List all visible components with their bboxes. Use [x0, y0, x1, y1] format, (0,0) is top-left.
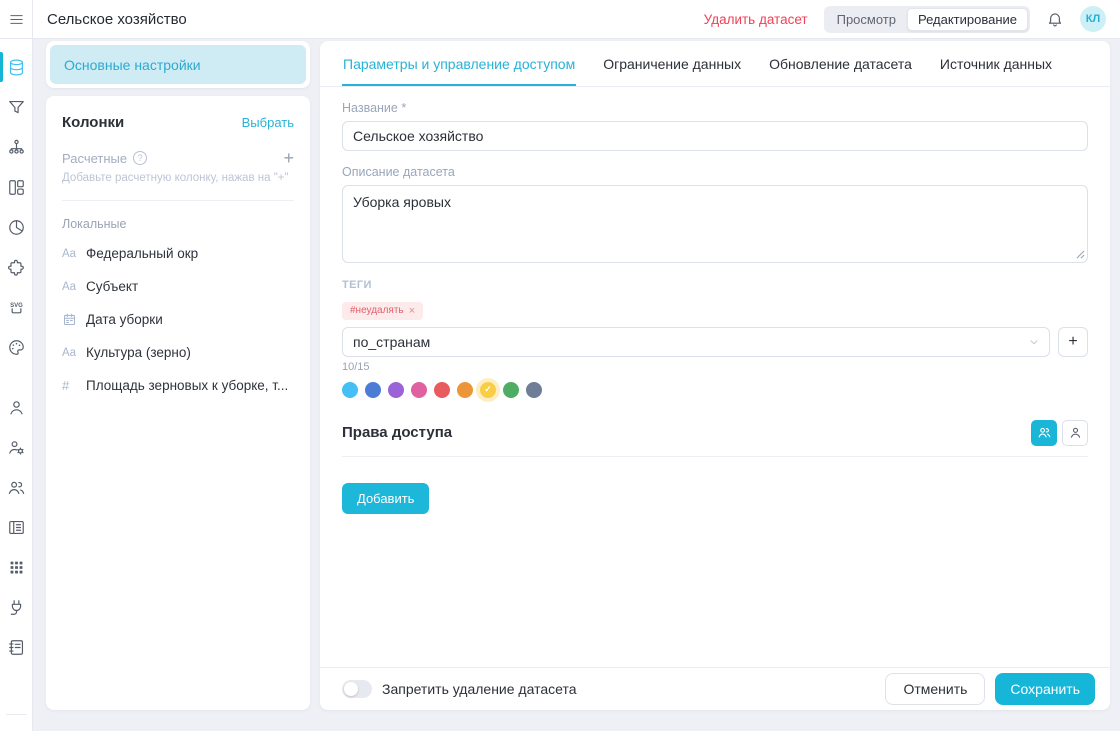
- layout-icon[interactable]: [0, 167, 32, 207]
- field-row[interactable]: Дата уборки: [62, 303, 294, 336]
- pie-chart-icon[interactable]: [0, 207, 32, 247]
- tag-color-picker: ✓: [342, 382, 1088, 398]
- description-label: Описание датасета: [342, 165, 1088, 179]
- tag-input[interactable]: [342, 327, 1050, 357]
- footer-bar: Запретить удаление датасета Отменить Сох…: [320, 667, 1110, 710]
- menu-icon[interactable]: [0, 0, 32, 38]
- tag-chip: #неудалять ×: [342, 302, 423, 320]
- users-view-button[interactable]: [1062, 420, 1088, 446]
- mode-edit-button[interactable]: Редактирование: [907, 8, 1028, 31]
- color-swatch[interactable]: ✓: [480, 382, 496, 398]
- filter-icon[interactable]: [0, 87, 32, 127]
- field-row[interactable]: Aa Культура (зерно): [62, 336, 294, 369]
- color-swatch[interactable]: [434, 382, 450, 398]
- tab-dataset-update[interactable]: Обновление датасета: [768, 41, 913, 86]
- color-swatch[interactable]: [457, 382, 473, 398]
- mode-toggle: Просмотр Редактирование: [824, 6, 1030, 33]
- name-label: Название *: [342, 101, 1088, 115]
- users-group-icon[interactable]: [0, 467, 32, 507]
- string-type-icon: Aa: [62, 248, 86, 260]
- field-row[interactable]: Aa Субъект: [62, 270, 294, 303]
- dataset-settings-panel: Параметры и управление доступом Ограниче…: [320, 41, 1110, 710]
- color-swatch[interactable]: [388, 382, 404, 398]
- add-access-button[interactable]: Добавить: [342, 483, 429, 514]
- tabs: Параметры и управление доступом Ограниче…: [320, 41, 1110, 87]
- groups-view-button[interactable]: [1031, 420, 1057, 446]
- hierarchy-icon[interactable]: [0, 127, 32, 167]
- calculated-label: Расчетные: [62, 151, 127, 166]
- header-divider: [0, 38, 1120, 39]
- field-row[interactable]: Aa Федеральный окр: [62, 237, 294, 270]
- delete-dataset-link[interactable]: Удалить датасет: [704, 12, 808, 27]
- color-swatch[interactable]: [365, 382, 381, 398]
- datasets-icon[interactable]: [0, 47, 32, 87]
- remove-tag-icon[interactable]: ×: [409, 305, 415, 317]
- columns-title: Колонки: [62, 114, 124, 131]
- tab-data-source[interactable]: Источник данных: [939, 41, 1053, 86]
- tags-label: ТЕГИ: [342, 279, 1088, 291]
- forbid-delete-label: Запретить удаление датасета: [382, 681, 576, 697]
- add-tag-button[interactable]: +: [1058, 327, 1088, 357]
- field-list: Aa Федеральный окр Aa Субъект Дата уборк…: [62, 237, 294, 402]
- user-settings-icon[interactable]: [0, 427, 32, 467]
- forbid-delete-toggle[interactable]: [342, 680, 372, 698]
- columns-select-link[interactable]: Выбрать: [242, 115, 294, 130]
- sidebar-item-main-settings[interactable]: Основные настройки: [50, 45, 306, 84]
- columns-panel: Колонки Выбрать Расчетные ? + Добавьте р…: [46, 96, 310, 710]
- local-columns-label: Локальные: [62, 217, 294, 231]
- tab-data-restriction[interactable]: Ограничение данных: [602, 41, 742, 86]
- app-header: Сельское хозяйство Удалить датасет Просм…: [33, 0, 1120, 38]
- journal-icon[interactable]: [0, 627, 32, 667]
- help-icon[interactable]: ?: [133, 151, 147, 165]
- name-input[interactable]: [342, 121, 1088, 151]
- settings-nav-card: Основные настройки: [46, 41, 310, 88]
- color-swatch[interactable]: [526, 382, 542, 398]
- page-title: Сельское хозяйство: [47, 11, 187, 28]
- user-icon[interactable]: [0, 387, 32, 427]
- date-type-icon: [62, 312, 86, 327]
- color-swatch[interactable]: [503, 382, 519, 398]
- number-type-icon: #: [62, 378, 86, 393]
- calculated-hint: Добавьте расчетную колонку, нажав на "+": [62, 172, 294, 184]
- icon-rail: SVG: [0, 0, 33, 731]
- cancel-button[interactable]: Отменить: [885, 673, 985, 705]
- tab-params-access[interactable]: Параметры и управление доступом: [342, 41, 576, 86]
- avatar[interactable]: КЛ: [1080, 6, 1106, 32]
- palette-icon[interactable]: [0, 327, 32, 367]
- svg-text:SVG: SVG: [10, 302, 23, 308]
- tag-char-counter: 10/15: [342, 361, 1088, 373]
- save-button[interactable]: Сохранить: [995, 673, 1095, 705]
- mode-view-button[interactable]: Просмотр: [826, 8, 907, 31]
- plugin-icon[interactable]: [0, 247, 32, 287]
- field-row[interactable]: # Площадь зерновых к уборке, т...: [62, 369, 294, 402]
- color-swatch[interactable]: [342, 382, 358, 398]
- color-swatch[interactable]: [411, 382, 427, 398]
- news-icon[interactable]: [0, 507, 32, 547]
- description-textarea[interactable]: Уборка яровых: [342, 185, 1088, 263]
- divider: [62, 200, 294, 201]
- access-rights-title: Права доступа: [342, 424, 452, 441]
- notifications-bell-icon[interactable]: [1046, 10, 1064, 28]
- svg-icon[interactable]: SVG: [0, 287, 32, 327]
- connections-icon[interactable]: [0, 587, 32, 627]
- divider: [342, 456, 1088, 457]
- string-type-icon: Aa: [62, 347, 86, 359]
- add-calculated-column-button[interactable]: +: [283, 149, 294, 167]
- string-type-icon: Aa: [62, 281, 86, 293]
- apps-grid-icon[interactable]: [0, 547, 32, 587]
